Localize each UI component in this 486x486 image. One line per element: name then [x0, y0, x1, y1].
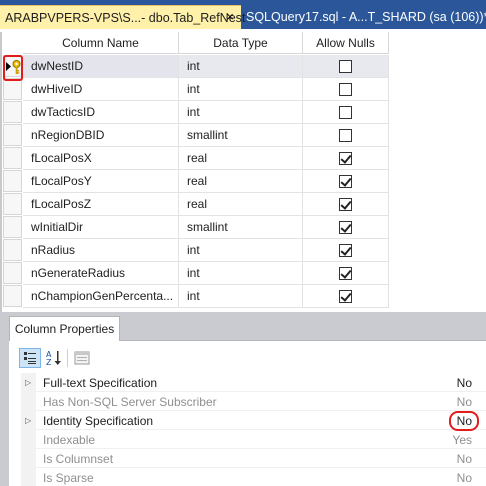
close-tab-icon[interactable]: × [223, 10, 237, 24]
allow-nulls-checkbox[interactable] [339, 267, 352, 280]
allow-nulls-checkbox[interactable] [339, 175, 352, 188]
allow-nulls-checkbox[interactable] [339, 60, 352, 73]
svg-text:Z: Z [46, 358, 52, 367]
allow-nulls-checkbox[interactable] [339, 290, 352, 303]
row-selector[interactable] [3, 239, 22, 261]
column-name-cell[interactable]: dwTacticsID [23, 101, 179, 124]
property-name: Is Columnset [43, 451, 114, 466]
tab-table-designer[interactable]: ARABPVPERS-VPS\S...- dbo.Tab_RefNest × [0, 5, 245, 29]
data-type-cell[interactable]: real [179, 147, 303, 170]
primary-key-highlight [3, 55, 23, 81]
column-name-cell[interactable]: fLocalPosX [23, 147, 179, 170]
tab-sql-query-label: SQLQuery17.sql - A...T_SHARD (sa (106))* [246, 10, 486, 24]
property-name: Has Non-SQL Server Subscriber [43, 394, 217, 409]
row-selector[interactable] [3, 147, 22, 169]
column-name-cell[interactable]: dwHiveID [23, 78, 179, 101]
expand-arrow-icon[interactable]: ▷ [25, 373, 33, 392]
data-type-cell[interactable]: int [179, 78, 303, 101]
column-name-cell[interactable]: nChampionGenPercenta... [23, 285, 179, 308]
allow-nulls-checkbox[interactable] [339, 106, 352, 119]
allow-nulls-checkbox[interactable] [339, 221, 352, 234]
property-value: No [456, 451, 472, 466]
data-type-cell[interactable]: int [179, 101, 303, 124]
data-type-cell[interactable]: smallint [179, 216, 303, 239]
data-type-cell[interactable]: smallint [179, 124, 303, 147]
row-selector[interactable] [3, 78, 22, 100]
column-name-cell[interactable]: nGenerateRadius [23, 262, 179, 285]
data-type-cell[interactable]: int [179, 239, 303, 262]
tab-table-designer-label: ARABPVPERS-VPS\S...- dbo.Tab_RefNest [5, 10, 246, 25]
property-gutter [21, 449, 36, 468]
grid-left-border [0, 32, 2, 312]
property-gutter [21, 392, 36, 411]
property-value[interactable]: No [457, 373, 472, 392]
allow-nulls-checkbox[interactable] [339, 83, 352, 96]
data-type-cell[interactable]: int [179, 55, 303, 78]
allow-nulls-checkbox[interactable] [339, 129, 352, 142]
column-name-cell[interactable]: fLocalPosY [23, 170, 179, 193]
column-name-cell[interactable]: nRegionDBID [23, 124, 179, 147]
property-name: Is Sparse [43, 470, 94, 485]
column-name-cell[interactable]: wInitialDir [23, 216, 179, 239]
column-name-cell[interactable]: dwNestID [23, 55, 179, 78]
header-column-name[interactable]: Column Name [23, 32, 179, 54]
property-name: Indexable [43, 432, 96, 447]
row-selector[interactable] [3, 193, 22, 215]
data-type-cell[interactable]: real [179, 193, 303, 216]
alphabetical-icon[interactable]: A Z [44, 348, 64, 368]
property-gutter [21, 468, 36, 486]
property-value: No [456, 394, 472, 409]
data-type-cell[interactable]: real [179, 170, 303, 193]
column-name-cell[interactable]: fLocalPosZ [23, 193, 179, 216]
row-selector[interactable] [3, 101, 22, 123]
allow-nulls-checkbox[interactable] [339, 244, 352, 257]
property-value: No [456, 470, 472, 485]
row-selector[interactable] [3, 285, 22, 307]
expand-arrow-icon[interactable]: ▷ [25, 411, 33, 430]
row-selector[interactable] [3, 262, 22, 284]
property-gutter [21, 430, 36, 449]
row-selector[interactable] [3, 170, 22, 192]
tab-sql-query[interactable]: SQLQuery17.sql - A...T_SHARD (sa (106))* [246, 5, 486, 29]
row-selector[interactable] [3, 124, 22, 146]
row-selector[interactable] [3, 216, 22, 238]
header-allow-nulls[interactable]: Allow Nulls [303, 32, 389, 54]
property-name: Full-text Specification [43, 375, 158, 390]
tab-column-properties[interactable]: Column Properties [9, 316, 120, 341]
property-pages-icon[interactable] [72, 348, 92, 368]
column-name-cell[interactable]: nRadius [23, 239, 179, 262]
toolbar-separator [67, 349, 68, 367]
identity-value-highlight [449, 411, 479, 431]
data-type-cell[interactable]: int [179, 262, 303, 285]
property-name: Identity Specification [43, 413, 154, 428]
allow-nulls-checkbox[interactable] [339, 152, 352, 165]
property-value: Yes [452, 432, 472, 447]
header-data-type[interactable]: Data Type [179, 32, 303, 54]
data-type-cell[interactable]: int [179, 285, 303, 308]
categorized-icon[interactable] [19, 348, 41, 368]
allow-nulls-checkbox[interactable] [339, 198, 352, 211]
